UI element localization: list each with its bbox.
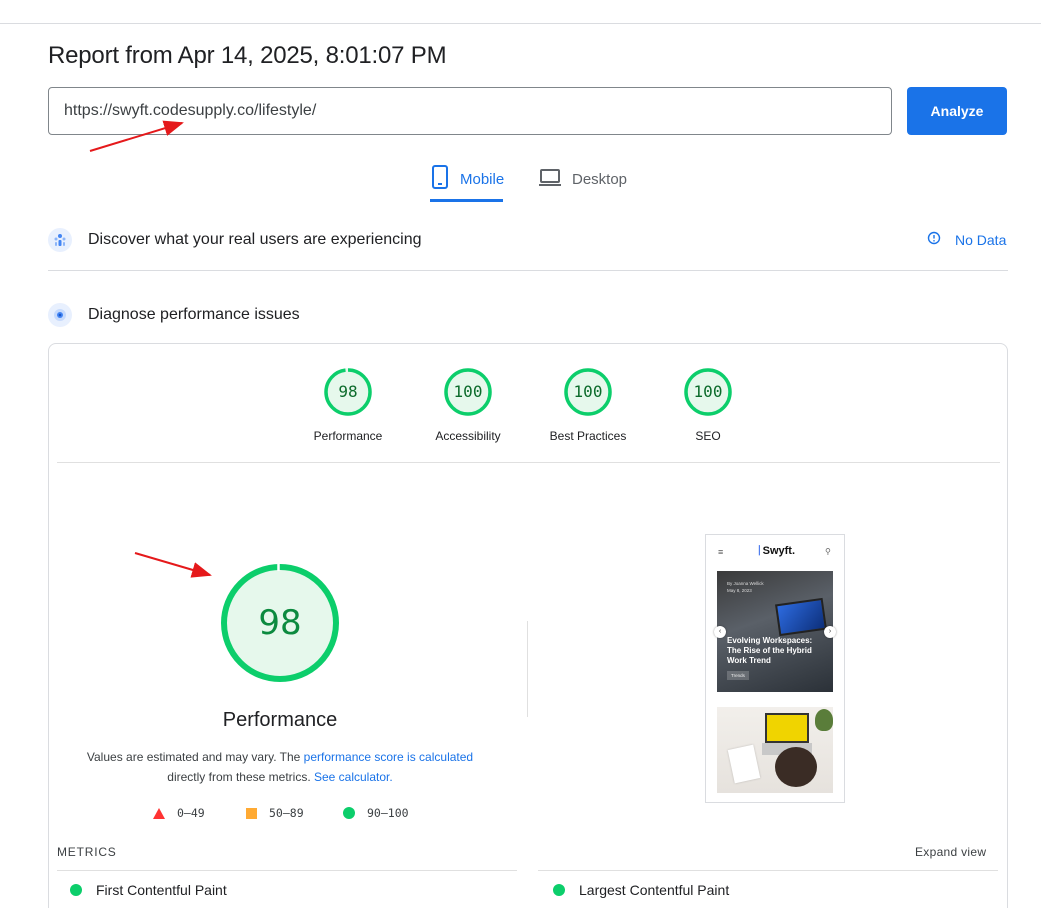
metric-label: First Contentful Paint bbox=[96, 882, 227, 898]
tab-mobile[interactable]: Mobile bbox=[430, 164, 505, 202]
no-data-link[interactable]: No Data bbox=[927, 231, 1006, 248]
legend-fail-range: 0–49 bbox=[177, 806, 205, 820]
gauge-ring: 100 bbox=[563, 367, 613, 417]
report-title: Report from Apr 14, 2025, 8:01:07 PM bbox=[48, 42, 447, 69]
gauge-label: SEO bbox=[695, 429, 721, 443]
gauge-ring: 100 bbox=[443, 367, 493, 417]
legend-pass: 90–100 bbox=[343, 806, 409, 820]
thumb-tag: Trends bbox=[727, 671, 749, 680]
metric-label: Largest Contentful Paint bbox=[579, 882, 730, 898]
hand-image bbox=[775, 747, 817, 787]
page-screenshot-thumbnail: ≡ ᛁSwyft. ⚲ By Joanna Wellick May 8, 2023… bbox=[705, 534, 845, 803]
chevron-right-icon: › bbox=[824, 626, 836, 638]
performance-big-gauge: 98 bbox=[219, 562, 341, 684]
score-gauge-performance[interactable]: 98 Performance bbox=[288, 367, 408, 443]
thumb-logo: ᛁSwyft. bbox=[756, 545, 796, 557]
thumb-article-title: Evolving Workspaces: The Rise of the Hyb… bbox=[727, 636, 813, 665]
triangle-icon bbox=[153, 807, 165, 819]
square-icon bbox=[246, 807, 257, 819]
thumb-author: By Joanna Wellick May 8, 2023 bbox=[727, 581, 764, 593]
thumb-featured-card: By Joanna Wellick May 8, 2023 Evolving Wo… bbox=[717, 571, 833, 692]
tab-desktop-label: Desktop bbox=[572, 171, 628, 188]
gauge-ring: 100 bbox=[683, 367, 733, 417]
real-users-section: Discover what your real users are experi… bbox=[48, 228, 421, 252]
metrics-divider-right bbox=[538, 870, 998, 871]
metrics-divider-left bbox=[57, 870, 517, 871]
gauge-label: Accessibility bbox=[435, 429, 501, 443]
legend-average: 50–89 bbox=[246, 806, 304, 820]
desc-prefix: Values are estimated and may vary. The bbox=[86, 750, 304, 764]
laptop-image bbox=[775, 597, 827, 637]
url-input[interactable] bbox=[48, 87, 892, 135]
legend-fail: 0–49 bbox=[153, 806, 205, 820]
thumb-second-card bbox=[717, 707, 833, 793]
laptop-icon bbox=[538, 164, 562, 194]
score-gauge-accessibility[interactable]: 100 Accessibility bbox=[408, 367, 528, 443]
gauge-label: Best Practices bbox=[549, 429, 627, 443]
section-divider bbox=[48, 270, 1008, 271]
gauge-score: 100 bbox=[693, 382, 723, 401]
thumb-header: ≡ ᛁSwyft. ⚲ bbox=[706, 535, 844, 569]
pass-dot-icon bbox=[70, 884, 82, 896]
score-calculated-link[interactable]: performance score is calculated bbox=[304, 750, 473, 764]
menu-icon: ≡ bbox=[718, 547, 724, 557]
vertical-separator bbox=[527, 621, 528, 717]
chevron-left-icon: ‹ bbox=[714, 626, 726, 638]
performance-description: Values are estimated and may vary. The p… bbox=[70, 747, 490, 787]
gauge-label: Performance bbox=[313, 429, 383, 443]
diagnose-label: Diagnose performance issues bbox=[88, 306, 300, 323]
metric-first-contentful-paint: First Contentful Paint bbox=[70, 882, 227, 898]
tab-mobile-label: Mobile bbox=[460, 171, 505, 188]
metrics-heading: METRICS bbox=[57, 845, 117, 859]
info-icon bbox=[927, 231, 941, 248]
circle-icon bbox=[343, 807, 355, 819]
real-users-label: Discover what your real users are experi… bbox=[88, 231, 422, 248]
gauge-score: 100 bbox=[573, 382, 603, 401]
performance-title: Performance bbox=[222, 709, 338, 731]
gauge-score: 100 bbox=[453, 382, 483, 401]
gauge-score: 98 bbox=[338, 382, 358, 401]
laptop-screen-image bbox=[765, 713, 809, 743]
performance-big-score: 98 bbox=[258, 603, 302, 643]
gauges-divider bbox=[57, 462, 1000, 463]
legend-pass-range: 90–100 bbox=[367, 806, 409, 820]
phone-icon bbox=[430, 164, 450, 194]
lighthouse-icon bbox=[48, 303, 72, 327]
analyze-button[interactable]: Analyze bbox=[907, 87, 1007, 135]
expand-view-button[interactable]: Expand view bbox=[915, 845, 986, 859]
pass-dot-icon bbox=[553, 884, 565, 896]
legend-average-range: 50–89 bbox=[269, 806, 304, 820]
desc-middle: directly from these metrics. bbox=[167, 770, 314, 784]
search-icon: ⚲ bbox=[825, 547, 831, 556]
no-data-label: No Data bbox=[955, 231, 1007, 248]
see-calculator-link[interactable]: See calculator. bbox=[314, 770, 393, 784]
gauge-ring: 98 bbox=[323, 367, 373, 417]
diagnose-section: Diagnose performance issues bbox=[48, 303, 300, 327]
score-gauge-best-practices[interactable]: 100 Best Practices bbox=[528, 367, 648, 443]
paper-image bbox=[727, 744, 761, 784]
users-icon bbox=[48, 228, 72, 252]
metric-largest-contentful-paint: Largest Contentful Paint bbox=[553, 882, 729, 898]
score-gauge-seo[interactable]: 100 SEO bbox=[648, 367, 768, 443]
top-divider bbox=[0, 23, 1041, 24]
plant-image bbox=[815, 709, 833, 731]
tab-desktop[interactable]: Desktop bbox=[538, 164, 627, 202]
